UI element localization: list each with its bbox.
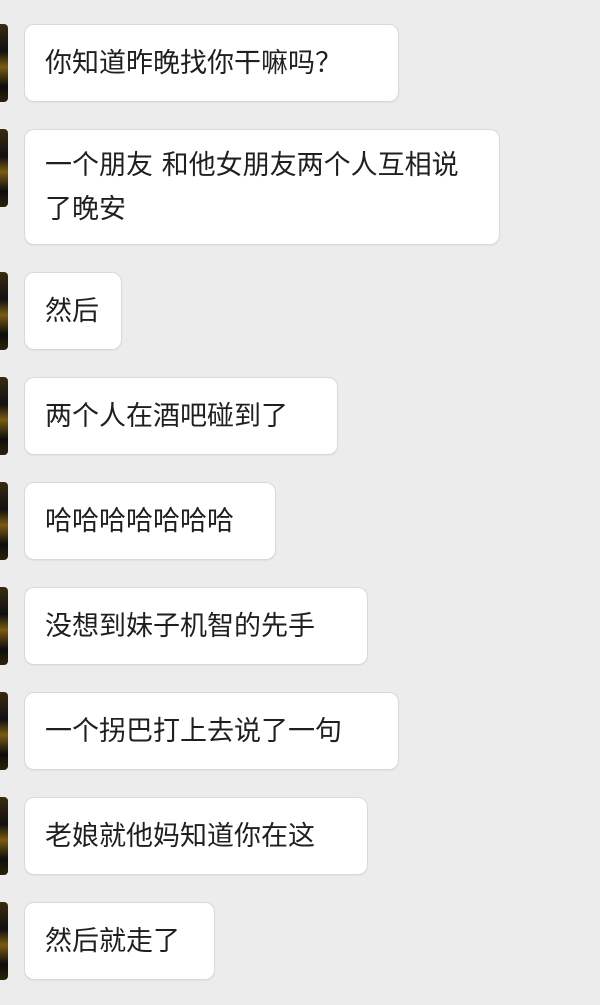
avatar[interactable] [0,902,8,980]
message-text: 一个朋友 和他女朋友两个人互相说了晚安 [45,150,459,225]
chat-thread: 你知道昨晚找你干嘛吗？ 一个朋友 和他女朋友两个人互相说了晚安 然后 两个人在酒… [0,0,600,1005]
message-text: 你知道昨晚找你干嘛吗？ [45,48,342,79]
avatar[interactable] [0,692,8,770]
message-text: 然后 [45,296,99,327]
message-bubble[interactable]: 一个拐巴打上去说了一句 [24,692,399,770]
avatar[interactable] [0,587,8,665]
message-bubble[interactable]: 两个人在酒吧碰到了 [24,377,338,455]
message-bubble[interactable]: 然后 [24,272,122,350]
message-bubble[interactable]: 你知道昨晚找你干嘛吗？ [24,24,399,102]
message-bubble[interactable]: 然后就走了 [24,902,215,980]
message-text: 一个拐巴打上去说了一句 [45,716,342,747]
avatar[interactable] [0,129,8,207]
message-text: 然后就走了 [45,926,180,957]
message-bubble[interactable]: 没想到妹子机智的先手 [24,587,368,665]
avatar[interactable] [0,272,8,350]
message-bubble[interactable]: 老娘就他妈知道你在这 [24,797,368,875]
avatar[interactable] [0,377,8,455]
avatar[interactable] [0,797,8,875]
avatar[interactable] [0,482,8,560]
message-bubble[interactable]: 哈哈哈哈哈哈哈 [24,482,276,560]
avatar[interactable] [0,24,8,102]
message-text: 哈哈哈哈哈哈哈 [45,506,234,537]
message-text: 没想到妹子机智的先手 [45,611,315,642]
message-text: 老娘就他妈知道你在这 [45,821,315,852]
message-text: 两个人在酒吧碰到了 [45,401,288,432]
message-bubble[interactable]: 一个朋友 和他女朋友两个人互相说了晚安 [24,129,500,245]
